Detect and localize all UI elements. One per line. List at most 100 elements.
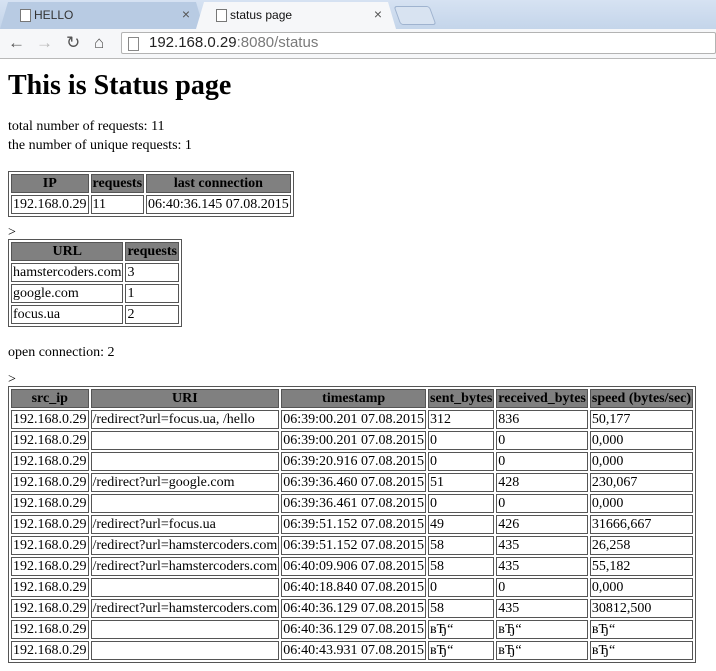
table-cell: /redirect?url=google.com xyxy=(90,473,280,492)
table-cell: 435 xyxy=(496,536,588,555)
table-cell: 192.168.0.29 xyxy=(11,578,89,597)
table-cell: 2 xyxy=(125,305,179,324)
table-cell: 192.168.0.29 xyxy=(11,599,89,618)
table-cell: 06:40:36.145 07.08.2015 xyxy=(146,195,291,214)
table-cell: 30812,500 xyxy=(589,599,694,618)
table-cell: 0 xyxy=(428,494,495,513)
table-cell: 0,000 xyxy=(589,452,694,471)
table-cell: 0 xyxy=(496,494,588,513)
table-cell: 06:40:09.906 07.08.2015 xyxy=(281,557,427,576)
table-cell: вЂ“ xyxy=(496,641,588,660)
table-cell: 0 xyxy=(496,452,588,471)
table-row: 192.168.0.29 06:40:43.931 07.08.2015 вЂ“ вЂ… xyxy=(11,641,694,660)
new-tab-button[interactable] xyxy=(393,6,437,25)
table-cell: 192.168.0.29 xyxy=(11,410,89,429)
total-requests: total number of requests: 11 xyxy=(8,119,165,134)
table-row: 192.168.0.29/redirect?url=hamstercoders.… xyxy=(11,536,694,555)
address-bar[interactable]: 192.168.0.29:8080/status xyxy=(121,32,716,54)
table-cell: 0,000 xyxy=(589,431,694,450)
table-row: google.com 1 xyxy=(11,284,179,303)
table-row: 192.168.0.29 11 06:40:36.145 07.08.2015 xyxy=(11,195,291,214)
table-cell: 1 xyxy=(125,284,179,303)
table-cell: 426 xyxy=(496,515,588,534)
table-cell: google.com xyxy=(11,284,124,303)
home-icon[interactable]: ⌂ xyxy=(94,33,104,53)
column-header: received_bytes xyxy=(496,389,588,408)
table-cell: 0 xyxy=(496,431,588,450)
table-cell: /redirect?url=hamstercoders.com xyxy=(90,557,280,576)
table-row: 192.168.0.29 06:40:18.840 07.08.2015 0 0 0,0… xyxy=(11,578,694,597)
table-cell: 06:39:51.152 07.08.2015 xyxy=(281,515,427,534)
table-cell: 26,258 xyxy=(589,536,694,555)
column-header: requests xyxy=(90,174,145,193)
page-icon xyxy=(20,9,31,22)
table-cell: /redirect?url=focus.ua xyxy=(90,515,280,534)
table-cell: 192.168.0.29 xyxy=(11,494,89,513)
table-cell: вЂ“ xyxy=(428,620,495,639)
table-cell: 192.168.0.29 xyxy=(11,515,89,534)
table-cell: hamstercoders.com xyxy=(11,263,124,282)
table-cell: 50,177 xyxy=(589,410,694,429)
tab-status-page[interactable]: status page × xyxy=(196,2,396,29)
table-cell xyxy=(90,620,280,639)
tab-hello[interactable]: HELLO × xyxy=(0,2,204,29)
table-row: 192.168.0.29/redirect?url=focus.ua, /hel… xyxy=(11,410,694,429)
table-cell: 06:40:36.129 07.08.2015 xyxy=(281,620,427,639)
table-cell: вЂ“ xyxy=(589,641,694,660)
table-cell: вЂ“ xyxy=(589,620,694,639)
url-table: URL requests hamstercoders.com 3 google.… xyxy=(8,239,182,327)
reload-icon[interactable]: ↻ xyxy=(66,33,80,53)
page-icon xyxy=(216,9,227,22)
back-arrow-icon[interactable]: ← xyxy=(8,33,25,53)
table-cell: 435 xyxy=(496,599,588,618)
page-title: This is Status page xyxy=(8,70,232,101)
table-cell: /redirect?url=focus.ua, /hello xyxy=(90,410,280,429)
table-cell: 06:39:00.201 07.08.2015 xyxy=(281,431,427,450)
table-row: 192.168.0.29 06:39:00.201 07.08.2015 0 0 0,0… xyxy=(11,431,694,450)
column-header: speed (bytes/sec) xyxy=(589,389,694,408)
table-cell xyxy=(90,578,280,597)
table-cell: 06:40:36.129 07.08.2015 xyxy=(281,599,427,618)
tab-title: status page xyxy=(230,8,293,22)
url-port-path: :8080/status xyxy=(236,34,319,51)
table-cell: 58 xyxy=(428,557,495,576)
table-cell: вЂ“ xyxy=(428,641,495,660)
table-cell: 06:39:36.460 07.08.2015 xyxy=(281,473,427,492)
table-cell xyxy=(90,494,280,513)
page-icon xyxy=(128,37,139,51)
table-cell: 192.168.0.29 xyxy=(11,431,89,450)
table-cell: 58 xyxy=(428,536,495,555)
column-header: sent_bytes xyxy=(428,389,495,408)
table-row: 192.168.0.29/redirect?url=google.com 06:3… xyxy=(11,473,694,492)
table-cell: 192.168.0.29 xyxy=(11,641,89,660)
table-cell: 192.168.0.29 xyxy=(11,557,89,576)
column-header: IP xyxy=(11,174,89,193)
forward-arrow-icon[interactable]: → xyxy=(36,33,53,53)
close-icon[interactable]: × xyxy=(182,6,190,22)
table-cell: /redirect?url=hamstercoders.com xyxy=(90,536,280,555)
table-cell: focus.ua xyxy=(11,305,124,324)
connection-log-table: src_ip URI timestamp sent_bytes received… xyxy=(8,386,697,663)
column-header: src_ip xyxy=(11,389,89,408)
tab-strip: HELLO × status page × xyxy=(0,0,716,29)
table-cell: 06:39:20.916 07.08.2015 xyxy=(281,452,427,471)
table-row: 192.168.0.29 06:39:36.461 07.08.2015 0 0 0,0… xyxy=(11,494,694,513)
close-icon[interactable]: × xyxy=(374,6,382,22)
table-row: 192.168.0.29/redirect?url=hamstercoders.… xyxy=(11,599,694,618)
table-cell: 06:40:18.840 07.08.2015 xyxy=(281,578,427,597)
table-row: 192.168.0.29/redirect?url=hamstercoders.… xyxy=(11,557,694,576)
table-cell: 192.168.0.29 xyxy=(11,195,89,214)
table-cell: 0,000 xyxy=(589,578,694,597)
separator-text: > xyxy=(8,372,16,387)
table-cell: 312 xyxy=(428,410,495,429)
open-connections: open connection: 2 xyxy=(8,345,115,360)
table-cell: 230,067 xyxy=(589,473,694,492)
table-row: 192.168.0.29 06:40:36.129 07.08.2015 вЂ“ вЂ… xyxy=(11,620,694,639)
tab-title: HELLO xyxy=(34,8,74,22)
column-header: last connection xyxy=(146,174,291,193)
table-cell: 06:39:51.152 07.08.2015 xyxy=(281,536,427,555)
table-cell: 192.168.0.29 xyxy=(11,536,89,555)
table-cell: 06:40:43.931 07.08.2015 xyxy=(281,641,427,660)
table-cell: 0 xyxy=(428,431,495,450)
table-cell: 0,000 xyxy=(589,494,694,513)
